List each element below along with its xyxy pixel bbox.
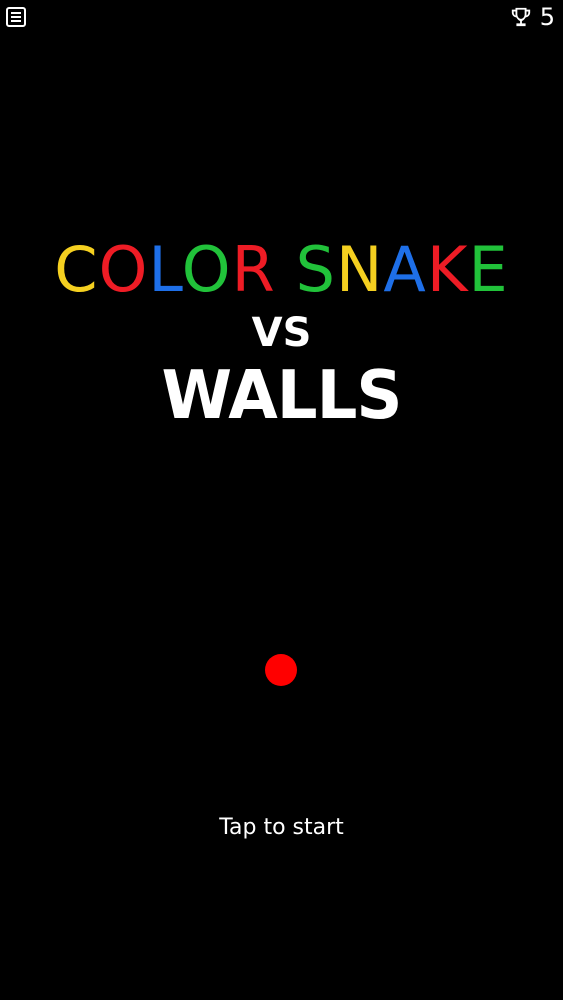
- title-vs: VS: [251, 310, 312, 356]
- title-letter: R: [231, 233, 276, 306]
- title-letter: O: [98, 233, 149, 306]
- title-letter: C: [54, 233, 99, 306]
- snake-head: [265, 654, 297, 686]
- title-letter: E: [468, 233, 509, 306]
- title-letter: S: [295, 233, 337, 306]
- title-letter: K: [426, 233, 469, 306]
- title-letter: N: [336, 233, 384, 306]
- title-letter: L: [148, 233, 182, 306]
- trophy-icon: [511, 7, 530, 27]
- tap-to-start-prompt[interactable]: Tap to start: [0, 812, 563, 844]
- best-score-value: 5: [539, 3, 555, 31]
- title-letter: A: [383, 233, 427, 306]
- menu-icon-bar: [11, 16, 21, 18]
- menu-button[interactable]: [6, 7, 26, 27]
- game-title: COLOR SNAKE VS WALLS: [0, 230, 563, 436]
- best-score: 5: [510, 2, 555, 32]
- menu-icon-bar: [11, 20, 21, 22]
- title-walls: WALLS: [161, 357, 403, 435]
- menu-icon: [11, 12, 21, 14]
- title-letter: O: [181, 233, 232, 306]
- title-color-snake: COLOR SNAKE: [0, 230, 563, 310]
